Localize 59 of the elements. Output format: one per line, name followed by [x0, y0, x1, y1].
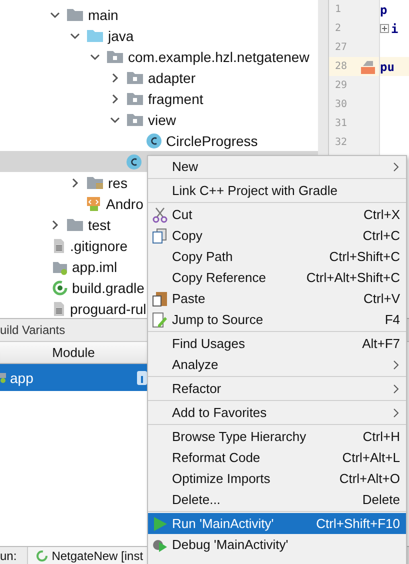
menu-label: Link C++ Project with Gradle	[172, 183, 338, 198]
tree-label: CircleProgress	[166, 132, 258, 148]
code-text: p	[380, 2, 388, 16]
tree-label: test	[88, 216, 111, 232]
shortcut-text: Ctrl+C	[362, 228, 400, 243]
tree-label: com.example.hzl.netgatenew	[128, 48, 310, 64]
menu-label: Debug 'MainActivity'	[172, 537, 290, 552]
menu-label: Refactor	[172, 381, 222, 396]
tree-label: main	[88, 6, 118, 22]
line-number: 32	[335, 137, 348, 148]
tree-label: adapter	[148, 70, 196, 86]
shortcut-text: Ctrl+Alt+O	[339, 471, 400, 486]
line-number: 31	[335, 118, 348, 129]
tree-label: .gitignore	[70, 238, 128, 254]
module-name: app	[10, 370, 34, 386]
panel-title: uild Variants	[0, 323, 66, 337]
shortcut-text: F4	[384, 312, 400, 327]
line-number: 2	[335, 23, 342, 34]
menu-label: Optimize Imports	[172, 471, 272, 486]
menu-label: New	[172, 159, 200, 174]
tree-label: fragment	[148, 90, 204, 106]
menu-label: Copy	[172, 228, 204, 243]
shortcut-text: Ctrl+H	[362, 429, 400, 444]
line-number: 30	[335, 99, 348, 110]
menu-label: Paste	[172, 291, 206, 306]
code-text: pu	[380, 60, 394, 74]
tree-label: build.gradle	[72, 280, 144, 296]
tree-label: app.iml	[72, 258, 118, 274]
line-number: 27	[335, 42, 348, 53]
tree-label: res	[108, 174, 128, 190]
menu-label: Cut	[172, 207, 194, 222]
line-number: 29	[335, 80, 348, 91]
menu-label: Run 'MainActivity'	[172, 516, 275, 531]
shortcut-text: Ctrl+V	[364, 291, 400, 306]
run-label: un:	[0, 548, 17, 562]
tab-label: NetgateNew [inst	[52, 548, 144, 562]
shortcut-text: Alt+F7	[362, 336, 400, 351]
tree-label: Andro	[106, 196, 144, 212]
menu-label: Copy Reference	[172, 270, 267, 285]
shortcut-text: Ctrl+Alt+L	[342, 450, 400, 465]
shortcut-text: Ctrl+Alt+Shift+C	[306, 270, 400, 285]
line-number: 1	[335, 4, 342, 15]
menu-label: Find Usages	[172, 336, 246, 351]
menu-label: Copy Path	[172, 249, 234, 264]
line-number: 28	[335, 61, 348, 72]
tree-label: proguard-rul	[70, 300, 146, 316]
tree-label: java	[108, 28, 134, 44]
tree-label: view	[148, 112, 176, 128]
shortcut-text: Ctrl+X	[364, 207, 400, 222]
menu-label: Browse Type Hierarchy	[172, 429, 308, 444]
shortcut-text: Ctrl+Shift+F10	[316, 516, 400, 531]
shortcut-text: Delete	[362, 492, 400, 507]
shortcut-text: Ctrl+Shift+C	[329, 249, 400, 264]
menu-label: Delete...	[172, 492, 222, 507]
code-text: i	[391, 22, 398, 36]
menu-label: Add to Favorites	[172, 405, 268, 420]
menu-label: Reformat Code	[172, 450, 262, 465]
menu-label: Jump to Source	[172, 312, 264, 327]
menu-label: Analyze	[172, 357, 220, 372]
